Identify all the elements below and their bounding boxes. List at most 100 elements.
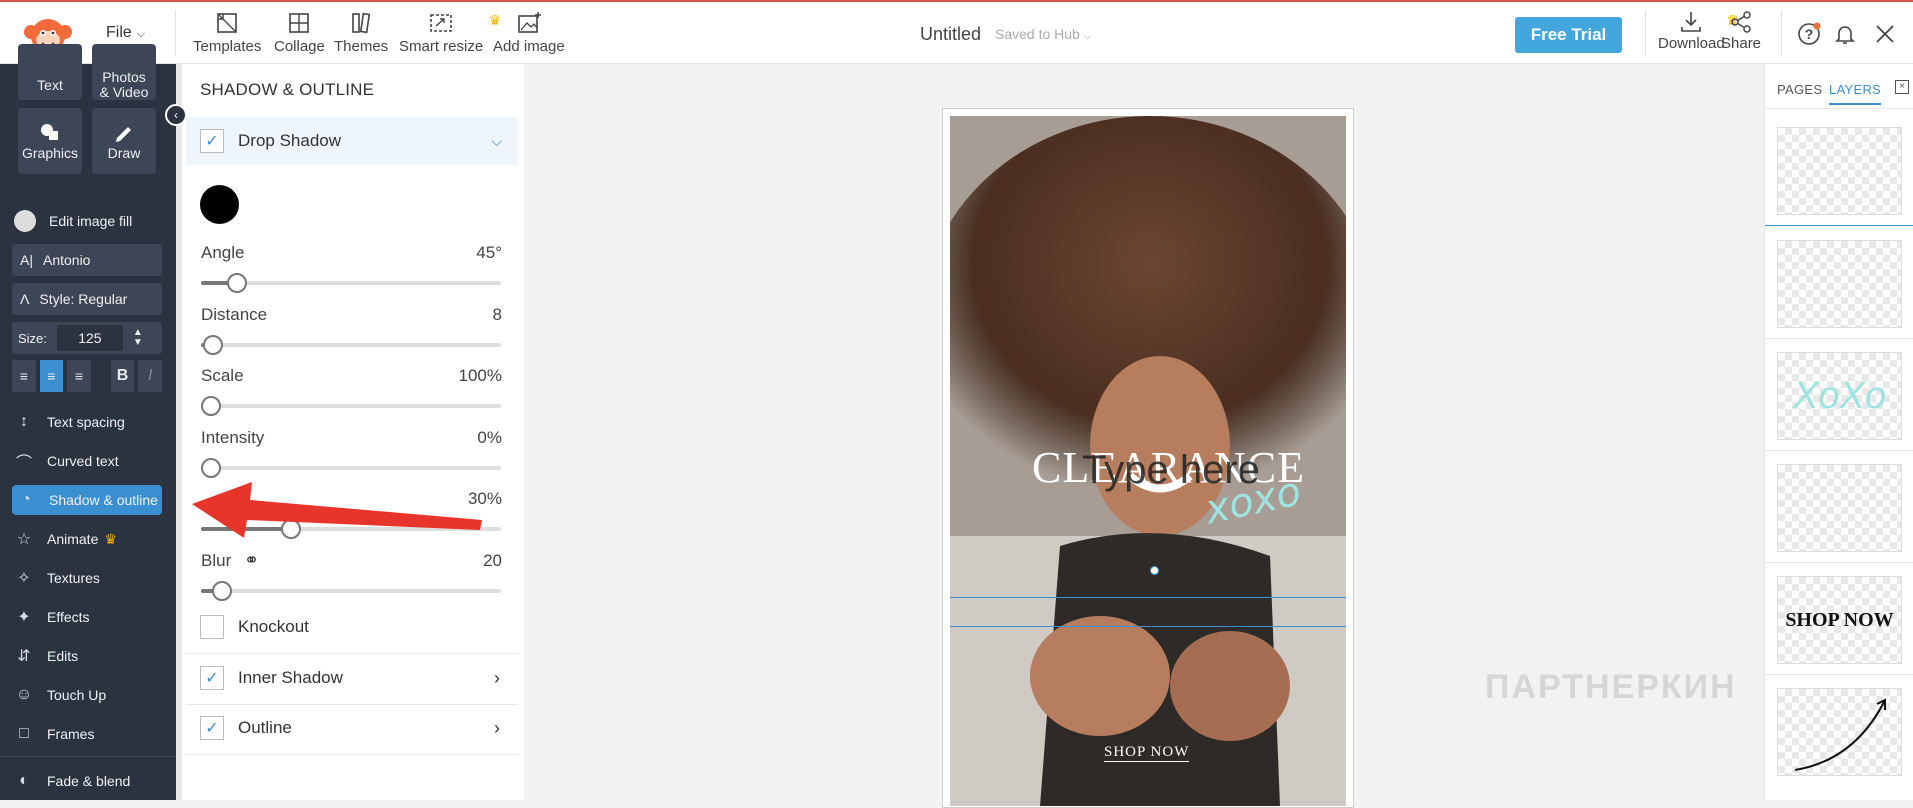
drop-shadow-checkbox[interactable]: ✓ [200, 129, 224, 153]
align-right-icon[interactable]: ≡ [67, 360, 91, 392]
slider-track[interactable] [201, 396, 501, 416]
shadow-outline-icon: ◔ [21, 491, 31, 508]
stepper-arrows-icon[interactable]: ▲ ▼ [133, 328, 143, 348]
knockout-row[interactable]: Knockout [200, 615, 309, 639]
tab-layers[interactable]: LAYERS [1829, 82, 1882, 105]
divider [1765, 562, 1913, 563]
free-trial-button[interactable]: Free Trial [1515, 17, 1622, 53]
collage-button[interactable]: Collage [274, 10, 325, 55]
chevron-down-icon[interactable]: ⌵ [491, 133, 502, 150]
help-icon[interactable]: ? [1797, 22, 1821, 46]
shadow-outline-item[interactable]: ◔ Shadow & outline [12, 485, 162, 515]
layer-thumbnail[interactable] [1777, 464, 1902, 552]
rotate-handle[interactable] [1150, 566, 1159, 575]
smart-resize-button[interactable]: Smart resize ♛ [399, 10, 501, 55]
collapse-panel-icon[interactable]: ‹ [165, 104, 187, 126]
tab-pages[interactable]: PAGES [1777, 82, 1822, 97]
notification-bell-icon[interactable] [1833, 22, 1857, 46]
slider-knob[interactable] [212, 581, 232, 601]
text-spacing-item[interactable]: ↕ Text spacing [14, 407, 125, 437]
textures-icon: ✧ [17, 570, 31, 587]
smart-resize-icon [430, 14, 452, 32]
align-left-icon[interactable]: ≡ [12, 360, 36, 392]
frames-item[interactable]: □ Frames [14, 719, 94, 749]
divider [0, 756, 176, 757]
shadow-color-swatch[interactable] [200, 185, 239, 224]
close-icon[interactable] [1873, 22, 1897, 46]
curved-text-label: Curved text [47, 453, 119, 469]
document-title[interactable]: Untitled [920, 24, 981, 45]
inner-shadow-row[interactable]: ✓ Inner Shadow › [200, 666, 500, 690]
layer-thumbnail[interactable]: XoXo [1777, 352, 1902, 440]
shadow-outline-panel: SHADOW & OUTLINE ✓ Drop Shadow ⌵ Angle 45… [176, 64, 524, 800]
add-image-button[interactable]: Add image [493, 10, 565, 55]
font-selector[interactable]: A| Antonio [12, 244, 162, 276]
size-input[interactable]: 125 [56, 325, 123, 351]
chevron-right-icon[interactable]: › [494, 668, 500, 689]
align-center-icon[interactable]: ≡ [39, 360, 64, 392]
edits-icon: ⇵ [17, 648, 31, 665]
slider-knob[interactable] [203, 335, 223, 355]
layer-thumbnail[interactable] [1777, 688, 1902, 776]
divider [186, 653, 518, 654]
layer-thumbnail[interactable] [1777, 240, 1902, 328]
saved-status[interactable]: Saved to Hub ⌵ [995, 26, 1091, 42]
slider-track[interactable] [201, 335, 501, 355]
italic-icon[interactable]: I [138, 360, 162, 392]
image-fill-icon [14, 210, 36, 232]
touch-up-label: Touch Up [47, 687, 107, 703]
bold-icon[interactable]: B [110, 360, 135, 392]
draw-tile[interactable]: Draw [92, 108, 156, 174]
animate-label: Animate [47, 531, 99, 547]
outline-label: Outline [238, 718, 292, 737]
frames-icon: □ [19, 725, 29, 742]
effects-item[interactable]: ✦ Effects [14, 602, 89, 632]
text-tile[interactable]: Text [18, 44, 82, 100]
animate-item[interactable]: ☆ Animate ♛ [14, 524, 117, 554]
knockout-checkbox[interactable] [200, 615, 224, 639]
photos-video-tile[interactable]: Photos & Video [92, 44, 156, 100]
canvas-photo[interactable]: CLEARANCE Type here xoxo SHOP NOW [950, 116, 1346, 806]
curved-text-item[interactable]: ⌒ Curved text [14, 446, 119, 476]
themes-button[interactable]: Themes [334, 10, 388, 55]
outline-row[interactable]: ✓ Outline › [200, 716, 500, 740]
chevron-down-icon: ⌵ [1083, 31, 1092, 42]
templates-button[interactable]: Templates [193, 10, 261, 55]
touch-up-item[interactable]: ☺ Touch Up [14, 680, 106, 710]
share-button[interactable]: Share [1721, 10, 1761, 52]
outline-checkbox[interactable]: ✓ [200, 716, 224, 740]
graphics-tile[interactable]: Graphics [18, 108, 82, 174]
themes-icon [352, 12, 371, 34]
textures-label: Textures [47, 570, 100, 586]
textures-item[interactable]: ✧ Textures [14, 563, 100, 593]
cta-text[interactable]: SHOP NOW [1104, 744, 1190, 762]
slider-track[interactable] [201, 581, 501, 601]
layer-thumbnail[interactable] [1777, 127, 1902, 215]
slider-knob[interactable] [227, 273, 247, 293]
annotation-arrow [192, 482, 482, 538]
close-panel-icon[interactable]: × [1895, 80, 1909, 94]
slider-value: 100% [458, 366, 502, 385]
font-icon: A| [20, 252, 33, 268]
inner-shadow-label: Inner Shadow [238, 668, 343, 687]
inner-shadow-checkbox[interactable]: ✓ [200, 666, 224, 690]
download-button[interactable]: Download ♛ [1658, 10, 1739, 52]
text-format-row: ≡ ≡ ≡ B I [12, 360, 162, 392]
style-selector[interactable]: Λ Style: Regular [12, 283, 162, 315]
chevron-right-icon[interactable]: › [494, 718, 500, 739]
layer-thumbnail[interactable]: SHOP NOW [1777, 576, 1902, 664]
selection-box[interactable] [950, 597, 1346, 627]
add-image-label: Add image [493, 38, 565, 55]
knockout-label: Knockout [238, 617, 309, 636]
edit-image-fill[interactable]: Edit image fill [14, 206, 132, 236]
fade-blend-label: Fade & blend [47, 773, 131, 789]
text-spacing-label: Text spacing [47, 414, 125, 430]
fade-blend-item[interactable]: ◐ Fade & blend [14, 766, 130, 796]
drop-shadow-row[interactable]: ✓ Drop Shadow ⌵ [186, 117, 518, 165]
slider-knob[interactable] [201, 396, 221, 416]
file-menu[interactable]: File ⌵ [106, 24, 145, 42]
edits-item[interactable]: ⇵ Edits [14, 641, 78, 671]
draw-tile-label: Draw [107, 144, 141, 161]
slider-track[interactable] [201, 273, 501, 293]
shadow-outline-label: Shadow & outline [49, 492, 158, 508]
